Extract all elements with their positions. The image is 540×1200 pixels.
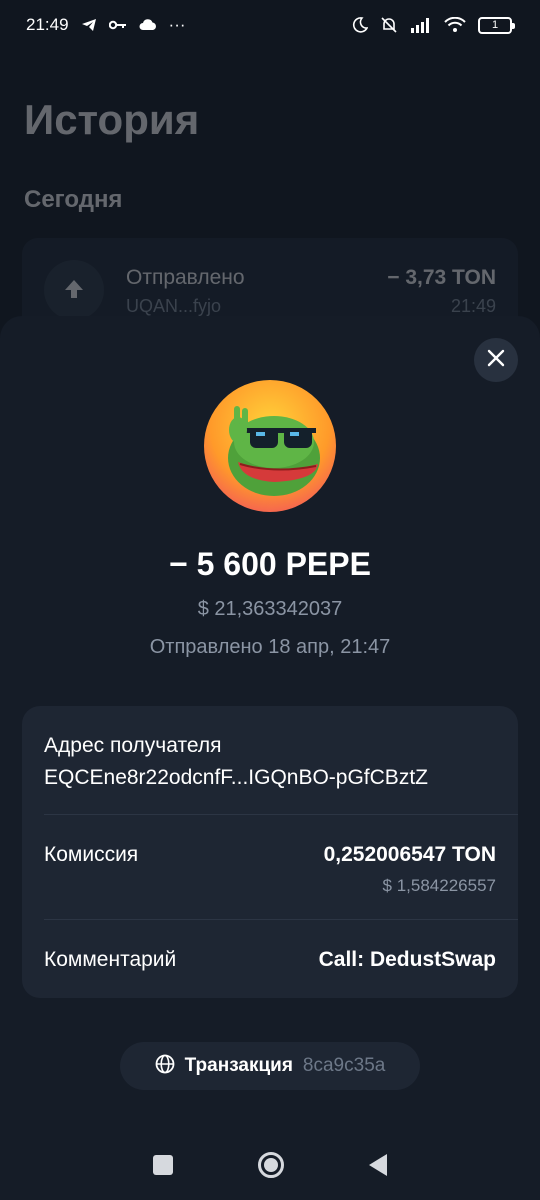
transaction-label: Транзакция bbox=[184, 1055, 293, 1076]
section-title-today: Сегодня bbox=[24, 186, 123, 213]
history-item-address: UQAN...fyjo bbox=[126, 296, 222, 316]
system-navigation-bar bbox=[0, 1130, 540, 1200]
pepe-token-icon bbox=[204, 380, 336, 512]
history-item-amount: − 3,73 TON bbox=[387, 266, 496, 289]
divider bbox=[44, 919, 518, 920]
muted-bell-icon bbox=[380, 16, 398, 34]
signal-icon bbox=[410, 17, 432, 33]
history-page-background: История Сегодня Отправлено UQAN...fyjo −… bbox=[0, 50, 540, 350]
recipient-label: Адрес получателя bbox=[44, 734, 222, 757]
status-bar: 21:49 ··· 1 bbox=[0, 0, 540, 50]
fee-label: Комиссия bbox=[44, 843, 139, 866]
page-title: История bbox=[24, 96, 200, 143]
home-button[interactable] bbox=[257, 1152, 284, 1178]
back-button[interactable] bbox=[369, 1154, 388, 1176]
more-notifications-icon: ··· bbox=[168, 15, 186, 34]
history-item-title: Отправлено bbox=[126, 266, 245, 289]
comment-value: Call: DedustSwap bbox=[318, 948, 496, 971]
transaction-amount: − 5 600 PEPE bbox=[169, 546, 371, 582]
status-left: 21:49 ··· bbox=[26, 15, 186, 35]
recipient-address[interactable]: EQCEne8r22odcnfF...IGQnBO-pGfCBztZ bbox=[44, 766, 428, 790]
fee-value: 0,252006547 TON bbox=[323, 843, 496, 866]
moon-icon bbox=[352, 17, 368, 33]
transaction-fiat-value: $ 21,363342037 bbox=[197, 598, 343, 620]
telegram-icon bbox=[81, 18, 97, 32]
fee-fiat-value: $ 1,584226557 bbox=[382, 876, 496, 895]
close-button[interactable] bbox=[474, 338, 518, 382]
view-transaction-button[interactable]: Транзакция 8ca9c35a bbox=[120, 1042, 420, 1090]
status-time: 21:49 bbox=[26, 15, 69, 34]
key-icon bbox=[108, 20, 127, 30]
recipient-row[interactable]: Адрес получателя EQCEne8r22odcnfF...IGQn… bbox=[44, 734, 428, 790]
history-item-time: 21:49 bbox=[450, 296, 496, 316]
transaction-date: Отправлено 18 апр, 21:47 bbox=[149, 636, 391, 658]
cloud-icon bbox=[139, 19, 157, 31]
wifi-icon bbox=[444, 17, 466, 33]
status-right: 1 bbox=[352, 16, 515, 34]
divider bbox=[44, 814, 518, 815]
recent-apps-button[interactable] bbox=[152, 1155, 173, 1175]
transaction-detail-sheet: − 5 600 PEPE $ 21,363342037 Отправлено 1… bbox=[0, 316, 540, 1200]
comment-label: Комментарий bbox=[44, 948, 177, 971]
close-icon bbox=[487, 349, 505, 372]
globe-icon bbox=[155, 1054, 175, 1079]
upload-arrow-icon bbox=[44, 260, 104, 320]
transaction-hash: 8ca9c35a bbox=[302, 1055, 386, 1076]
transaction-details-card: Адрес получателя EQCEne8r22odcnfF...IGQn… bbox=[22, 706, 518, 998]
battery-icon: 1 bbox=[478, 16, 515, 34]
